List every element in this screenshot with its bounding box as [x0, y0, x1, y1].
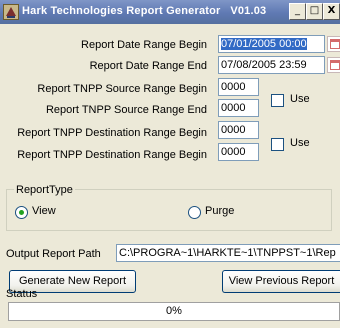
calendar-icon	[330, 60, 340, 70]
close-button[interactable]: X	[323, 3, 340, 20]
output-path-label: Output Report Path	[6, 248, 101, 260]
tnpp-dest-begin-input[interactable]: 0000	[218, 121, 259, 139]
tnpp-source-use-checkbox[interactable]	[271, 94, 284, 107]
date-begin-calendar-button[interactable]	[327, 36, 340, 52]
tnpp-source-use-label: Use	[290, 93, 310, 105]
date-end-input[interactable]: 07/08/2005 23:59	[218, 56, 325, 74]
version-label: V01.03	[230, 5, 267, 17]
window-title: Hark Technologies Report Generator V01.0…	[22, 5, 267, 17]
view-previous-report-button[interactable]: View Previous Report	[222, 270, 340, 293]
tnpp-dest-end-input[interactable]: 0000	[218, 143, 259, 161]
title-bar[interactable]: Hark Technologies Report Generator V01.0…	[0, 0, 340, 24]
radio-view[interactable]	[15, 206, 28, 219]
tnpp-dest-use-checkbox[interactable]	[271, 138, 284, 151]
radio-purge[interactable]	[188, 206, 201, 219]
tnpp-source-begin-input[interactable]: 0000	[218, 78, 259, 96]
date-begin-input[interactable]: 07/01/2005 00:00	[218, 35, 325, 53]
tnpp-source-begin-label: Report TNPP Source Range Begin	[37, 83, 207, 95]
radio-purge-label: Purge	[205, 205, 235, 217]
app-icon	[3, 4, 19, 20]
report-generator-window: Hark Technologies Report Generator V01.0…	[0, 0, 340, 328]
progress-text: 0%	[166, 305, 182, 317]
tnpp-dest-end-label: Report TNPP Destination Range Begin	[17, 149, 207, 161]
tnpp-source-end-label: Report TNPP Source Range End	[45, 104, 207, 116]
tnpp-dest-begin-label: Report TNPP Destination Range Begin	[17, 127, 207, 139]
tnpp-source-end-input[interactable]: 0000	[218, 99, 259, 117]
status-label: Status	[6, 288, 38, 300]
report-type-group-title: ReportType	[14, 184, 75, 196]
calendar-icon	[330, 39, 340, 49]
tnpp-dest-use-label: Use	[290, 137, 310, 149]
date-end-calendar-button[interactable]	[327, 57, 340, 73]
maximize-button[interactable]: □	[306, 3, 323, 20]
radio-view-label: View	[32, 205, 56, 217]
date-begin-label: Report Date Range Begin	[81, 39, 207, 51]
progress-bar: 0%	[8, 302, 340, 321]
output-path-input[interactable]: C:\PROGRA~1\HARKTE~1\TNPPST~1\Rep	[116, 244, 340, 262]
minimize-button[interactable]: _	[289, 3, 306, 20]
date-end-label: Report Date Range End	[89, 60, 207, 72]
